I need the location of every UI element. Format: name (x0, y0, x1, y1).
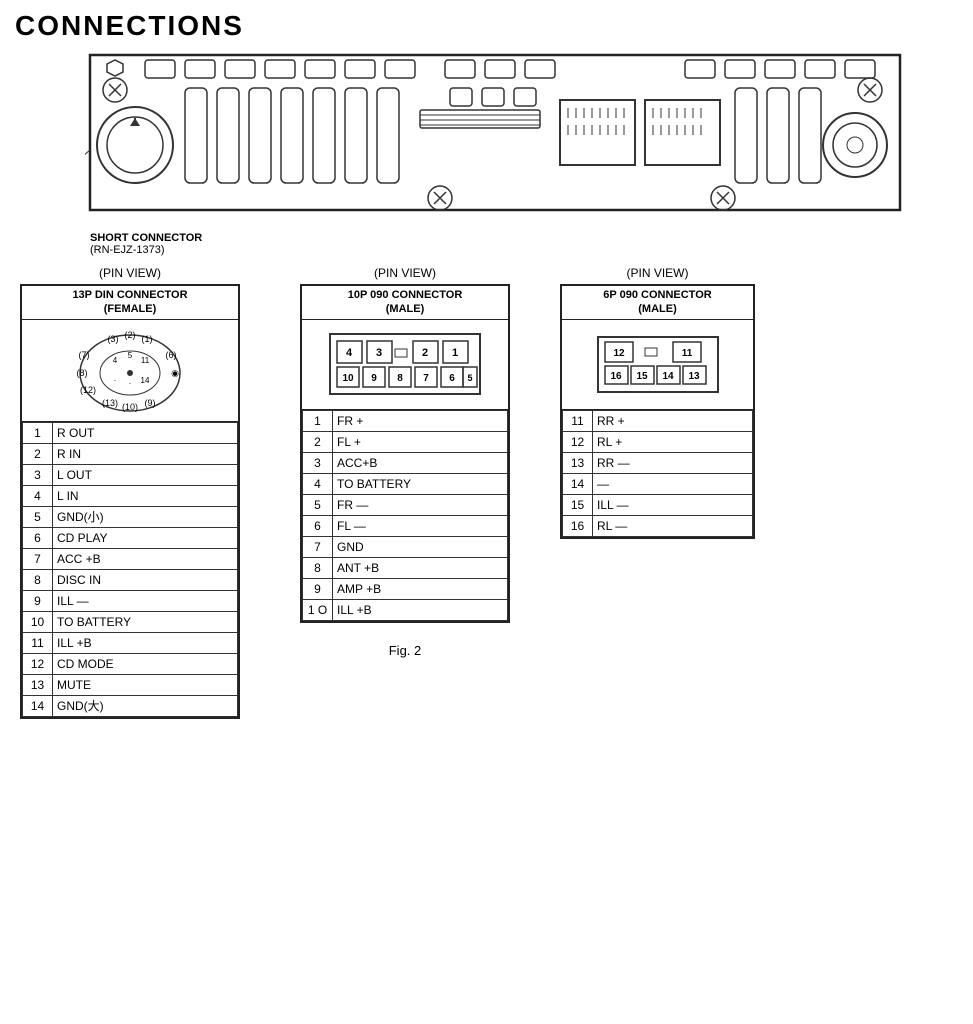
pin-view-label-2: (PIN VIEW) (374, 266, 436, 280)
table-row: 3L OUT (23, 464, 238, 485)
pin-view-label-3: (PIN VIEW) (627, 266, 689, 280)
table-row: 13MUTE (23, 674, 238, 695)
svg-text:11: 11 (141, 356, 150, 365)
table-row: 9ILL — (23, 590, 238, 611)
13p-pin-table: 1R OUT 2R IN 3L OUT 4L IN 5GND(小) 6CD PL… (22, 422, 238, 717)
table-row: 5FR — (303, 494, 508, 515)
6p-090-diagram: 12 11 16 15 14 13 (562, 320, 753, 410)
table-row: 7GND (303, 536, 508, 557)
svg-text:(8): (8) (77, 368, 88, 378)
svg-text:6: 6 (449, 373, 455, 384)
svg-text:(12): (12) (80, 385, 96, 395)
svg-text:11: 11 (681, 348, 692, 359)
table-row: 14GND(大) (23, 695, 238, 716)
connector-6p-title: 6P 090 CONNECTOR (MALE) (562, 286, 753, 320)
svg-text:5: 5 (467, 373, 472, 383)
table-row: 8DISC IN (23, 569, 238, 590)
table-row: 2R IN (23, 443, 238, 464)
table-row: 2FL + (303, 431, 508, 452)
table-row: 3ACC+B (303, 452, 508, 473)
table-row: 4TO BATTERY (303, 473, 508, 494)
svg-text:·: · (114, 376, 117, 385)
table-row: 16RL — (563, 515, 753, 536)
page-title: CONNECTIONS (15, 10, 958, 42)
table-row: 9AMP +B (303, 578, 508, 599)
svg-text:10: 10 (342, 373, 354, 384)
table-row: 4L IN (23, 485, 238, 506)
svg-text:3: 3 (376, 347, 382, 359)
svg-text:16: 16 (610, 371, 622, 382)
table-row: 6CD PLAY (23, 527, 238, 548)
table-row: 11RR + (563, 410, 753, 431)
svg-text:14: 14 (141, 376, 150, 385)
svg-text:13: 13 (688, 371, 700, 382)
table-row: 5GND(小) (23, 506, 238, 527)
svg-text:4: 4 (113, 356, 118, 365)
table-row: 15ILL — (563, 494, 753, 515)
table-row: 7ACC +B (23, 548, 238, 569)
svg-text:(9): (9) (145, 398, 156, 408)
svg-text:(6): (6) (166, 350, 177, 360)
table-row: 12RL + (563, 431, 753, 452)
fig-label: Fig. 2 (389, 643, 422, 658)
6p-pin-table: 11RR + 12RL + 13RR — 14— 15ILL — 16RL — (562, 410, 753, 537)
svg-text:(2): (2) (125, 330, 136, 340)
table-row: 11ILL +B (23, 632, 238, 653)
connector-10p-title: 10P 090 CONNECTOR (MALE) (302, 286, 508, 320)
pin-view-label-1: (PIN VIEW) (99, 266, 161, 280)
10p-pin-table: 1FR + 2FL + 3ACC+B 4TO BATTERY 5FR — 6FL… (302, 410, 508, 621)
connector-13p-din: (PIN VIEW) 13P DIN CONNECTOR (FEMALE) (20, 266, 240, 719)
svg-text:4: 4 (346, 347, 353, 359)
svg-text:2: 2 (422, 347, 428, 359)
svg-text:9: 9 (371, 373, 377, 384)
svg-text:(10): (10) (122, 402, 138, 412)
svg-text:8: 8 (397, 373, 403, 384)
svg-text:◉: ◉ (171, 368, 179, 378)
short-connector-label-line2: (RN-EJZ-1373) (90, 244, 958, 256)
table-row: 1 OILL +B (303, 599, 508, 620)
svg-text:·: · (129, 379, 132, 388)
table-row: 14— (563, 473, 753, 494)
svg-text:(3): (3) (108, 334, 119, 344)
table-row: 6FL — (303, 515, 508, 536)
table-row: 1R OUT (23, 422, 238, 443)
connector-13p-title: 13P DIN CONNECTOR (FEMALE) (22, 286, 238, 320)
table-row: 12CD MODE (23, 653, 238, 674)
svg-text:7: 7 (423, 373, 429, 384)
10p-090-diagram: 4 3 2 1 10 9 (302, 320, 508, 410)
svg-text:(7): (7) (79, 350, 90, 360)
svg-text:1: 1 (452, 347, 458, 359)
svg-text:14: 14 (662, 371, 674, 382)
device-svg (85, 50, 905, 225)
13p-din-diagram: (3) (2) (1) (6) ◉ (7) (8) (12) (13) (10) (22, 320, 238, 422)
table-row: 10TO BATTERY (23, 611, 238, 632)
short-connector-label-line1: SHORT CONNECTOR (90, 232, 958, 244)
svg-text:(13): (13) (102, 398, 118, 408)
svg-text:(1): (1) (142, 334, 153, 344)
table-row: 8ANT +B (303, 557, 508, 578)
connector-10p-090: (PIN VIEW) 10P 090 CONNECTOR (MALE) 4 3 (300, 266, 510, 658)
svg-text:15: 15 (636, 371, 648, 382)
svg-text:12: 12 (613, 348, 625, 359)
table-row: 1FR + (303, 410, 508, 431)
svg-text:5: 5 (128, 351, 133, 360)
device-diagram: SHORT CONNECTOR (RN-EJZ-1373) (85, 50, 958, 256)
table-row: 13RR — (563, 452, 753, 473)
connector-6p-090: (PIN VIEW) 6P 090 CONNECTOR (MALE) 12 (560, 266, 755, 539)
